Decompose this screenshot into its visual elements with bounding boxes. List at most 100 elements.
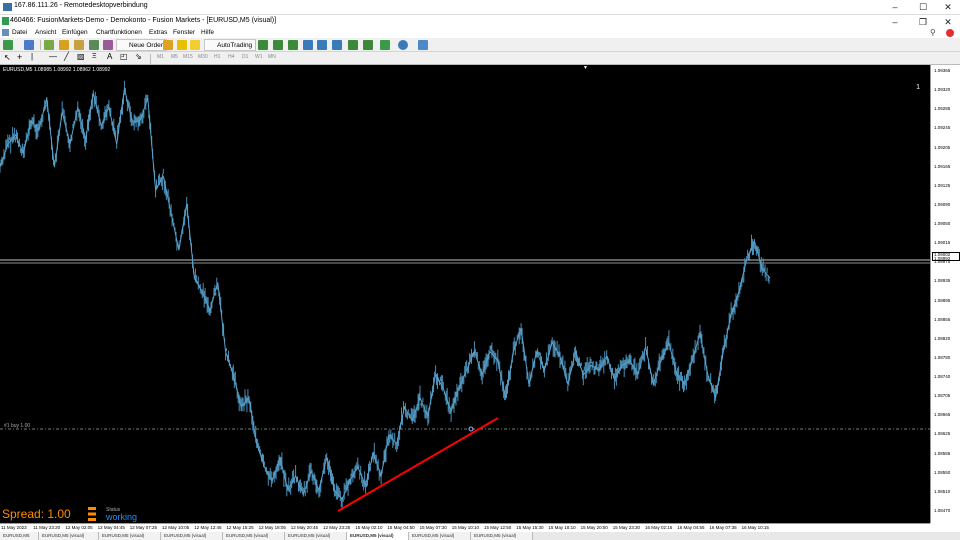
- community-icon[interactable]: [946, 29, 954, 37]
- line-chart-icon[interactable]: [288, 40, 298, 50]
- chart-tab[interactable]: EURUSD,M5 (visual): [99, 532, 161, 540]
- price-tick-label: 1.09090: [934, 201, 951, 207]
- arrows-icon[interactable]: ⇘: [135, 52, 142, 61]
- app-title-bar: 460466: FusionMarkets-Demo - Demokonto -…: [0, 15, 960, 28]
- chart-tab[interactable]: EURUSD,M5 (visual): [409, 532, 471, 540]
- horizontal-line-icon[interactable]: —: [49, 52, 57, 61]
- time-tick-label: 12 May 04:45: [97, 525, 125, 530]
- data-window-icon[interactable]: [59, 40, 69, 50]
- time-tick-label: 12 May 10:05: [162, 525, 190, 530]
- tile-windows-icon[interactable]: [332, 40, 342, 50]
- trendline-icon[interactable]: ╱: [64, 52, 69, 61]
- rdp-maximize-button[interactable]: ☐: [909, 0, 937, 14]
- tf-m30-button[interactable]: M30: [198, 54, 208, 60]
- price-tick-label: 1.08585: [934, 450, 951, 456]
- navigator-icon[interactable]: [74, 40, 84, 50]
- price-tick-label: 1.09015: [934, 240, 951, 246]
- chart-tab[interactable]: EURUSD,M5: [0, 532, 39, 540]
- shapes-icon[interactable]: ◰: [120, 52, 128, 61]
- autotrading-button[interactable]: AutoTrading: [204, 39, 257, 51]
- menu-chartfunktionen[interactable]: Chartfunktionen: [96, 29, 142, 36]
- menu-datei[interactable]: Datei: [12, 29, 27, 36]
- chart-shift-marker-icon[interactable]: ▼: [583, 65, 588, 71]
- price-tick-label: 1.08740: [934, 374, 951, 380]
- tf-m15-button[interactable]: M15: [183, 54, 193, 60]
- new-order-label: Neue Order: [129, 42, 163, 49]
- channel-icon[interactable]: ▨: [77, 52, 85, 61]
- templates-icon[interactable]: [418, 40, 428, 50]
- fibonacci-icon[interactable]: Ξ: [92, 53, 97, 60]
- zoom-out-icon[interactable]: [317, 40, 327, 50]
- cursor-icon[interactable]: ↖: [4, 53, 11, 62]
- app-close-button[interactable]: ✕: [934, 15, 960, 29]
- spread-indicator-icon: [88, 507, 96, 521]
- new-chart-icon[interactable]: [3, 40, 13, 50]
- menu-einfuegen[interactable]: Einfügen: [62, 29, 88, 36]
- menu-extras[interactable]: Extras: [149, 29, 167, 36]
- rdp-minimize-button[interactable]: –: [881, 0, 909, 14]
- profiles-icon[interactable]: [24, 40, 34, 50]
- rdp-title-bar: 167.86.111.26 - Remotedesktopverbindung …: [0, 0, 960, 15]
- new-order-button[interactable]: Neue Order: [116, 39, 167, 51]
- periods-icon[interactable]: [398, 40, 408, 50]
- time-tick-label: 12 May 15:25: [226, 525, 254, 530]
- chart-tab[interactable]: EURUSD,M5 (visual): [39, 532, 99, 540]
- autotrading-label: AutoTrading: [217, 42, 253, 49]
- candlestick-icon[interactable]: [273, 40, 283, 50]
- rdp-icon: [3, 3, 12, 11]
- chart-tab[interactable]: EURUSD,M5 (visual): [161, 532, 223, 540]
- chart-tab[interactable]: EURUSD,M5 (visual): [223, 532, 285, 540]
- metaeditor-icon[interactable]: [163, 40, 173, 50]
- app-icon: [2, 17, 9, 25]
- terminal-icon[interactable]: [89, 40, 99, 50]
- tf-d1-button[interactable]: D1: [242, 54, 248, 60]
- lock-icon[interactable]: [177, 40, 187, 50]
- price-tick-label: 1.08470: [934, 508, 951, 513]
- tf-h1-button[interactable]: H1: [214, 54, 220, 60]
- price-axis: 1.09365 1.09320 1.09285 1.09245 1.09205 1.091…: [930, 65, 960, 523]
- vertical-line-icon[interactable]: |: [31, 52, 33, 61]
- zoom-in-icon[interactable]: [303, 40, 313, 50]
- toolbar-separator: [255, 40, 256, 50]
- search-icon[interactable]: ⚲: [930, 28, 936, 37]
- market-watch-icon[interactable]: [44, 40, 54, 50]
- drawing-toolbar: ↖ + | — ╱ ▨ Ξ A ◰ ⇘ M1 M5 M15 M30 H1 H4 …: [0, 52, 960, 65]
- tf-mn-button[interactable]: MN: [268, 54, 276, 60]
- time-tick-label: 12 May 12:45: [194, 525, 222, 530]
- tf-w1-button[interactable]: W1: [255, 54, 263, 60]
- menu-hilfe[interactable]: Hilfe: [201, 29, 214, 36]
- app-minimize-button[interactable]: –: [881, 15, 909, 29]
- standard-toolbar: Neue Order AutoTrading: [0, 38, 960, 52]
- bar-chart-icon[interactable]: [258, 40, 268, 50]
- price-tick-label: 1.08510: [934, 488, 951, 494]
- chart-canvas[interactable]: EURUSD,M5 1.08985 1.08992 1.08962 1.0899…: [0, 65, 930, 523]
- favorites-icon[interactable]: [190, 40, 200, 50]
- chart-menu-icon[interactable]: [2, 29, 9, 36]
- strategy-tester-icon[interactable]: [103, 40, 113, 50]
- price-tick-label: 1.08855: [934, 316, 951, 322]
- time-tick-label: 11 May 2023: [1, 525, 27, 530]
- price-tick-label: 1.09050: [934, 221, 951, 227]
- crosshair-icon[interactable]: +: [17, 52, 22, 62]
- tf-m5-button[interactable]: M5: [171, 54, 178, 60]
- tf-m1-button[interactable]: M1: [157, 54, 164, 60]
- indicators-icon[interactable]: [380, 40, 390, 50]
- text-tool-icon[interactable]: A: [107, 52, 112, 61]
- price-tick-label: 1.08820: [934, 335, 951, 341]
- time-tick-label: 12 May 23:25: [323, 525, 351, 530]
- time-tick-label: 12 May 02:05: [65, 525, 93, 530]
- time-tick-label: 12 May 18:05: [258, 525, 286, 530]
- app-restore-button[interactable]: ❐: [909, 15, 937, 29]
- auto-scroll-icon[interactable]: [348, 40, 358, 50]
- chart-tab[interactable]: EURUSD,M5 (visual): [471, 532, 533, 540]
- menu-ansicht[interactable]: Ansicht: [35, 29, 56, 36]
- chart-tab[interactable]: EURUSD,M5 (visual): [285, 532, 347, 540]
- chart-shift-icon[interactable]: [363, 40, 373, 50]
- spread-label: Spread: 1.00: [2, 507, 71, 521]
- tf-h4-button[interactable]: H4: [228, 54, 234, 60]
- trendline: [337, 417, 499, 512]
- menu-fenster[interactable]: Fenster: [173, 29, 195, 36]
- price-tick-label: 1.09245: [934, 125, 951, 131]
- chart-tab[interactable]: EURUSD,M5 (visual): [347, 532, 409, 540]
- rdp-close-button[interactable]: ✕: [934, 0, 960, 14]
